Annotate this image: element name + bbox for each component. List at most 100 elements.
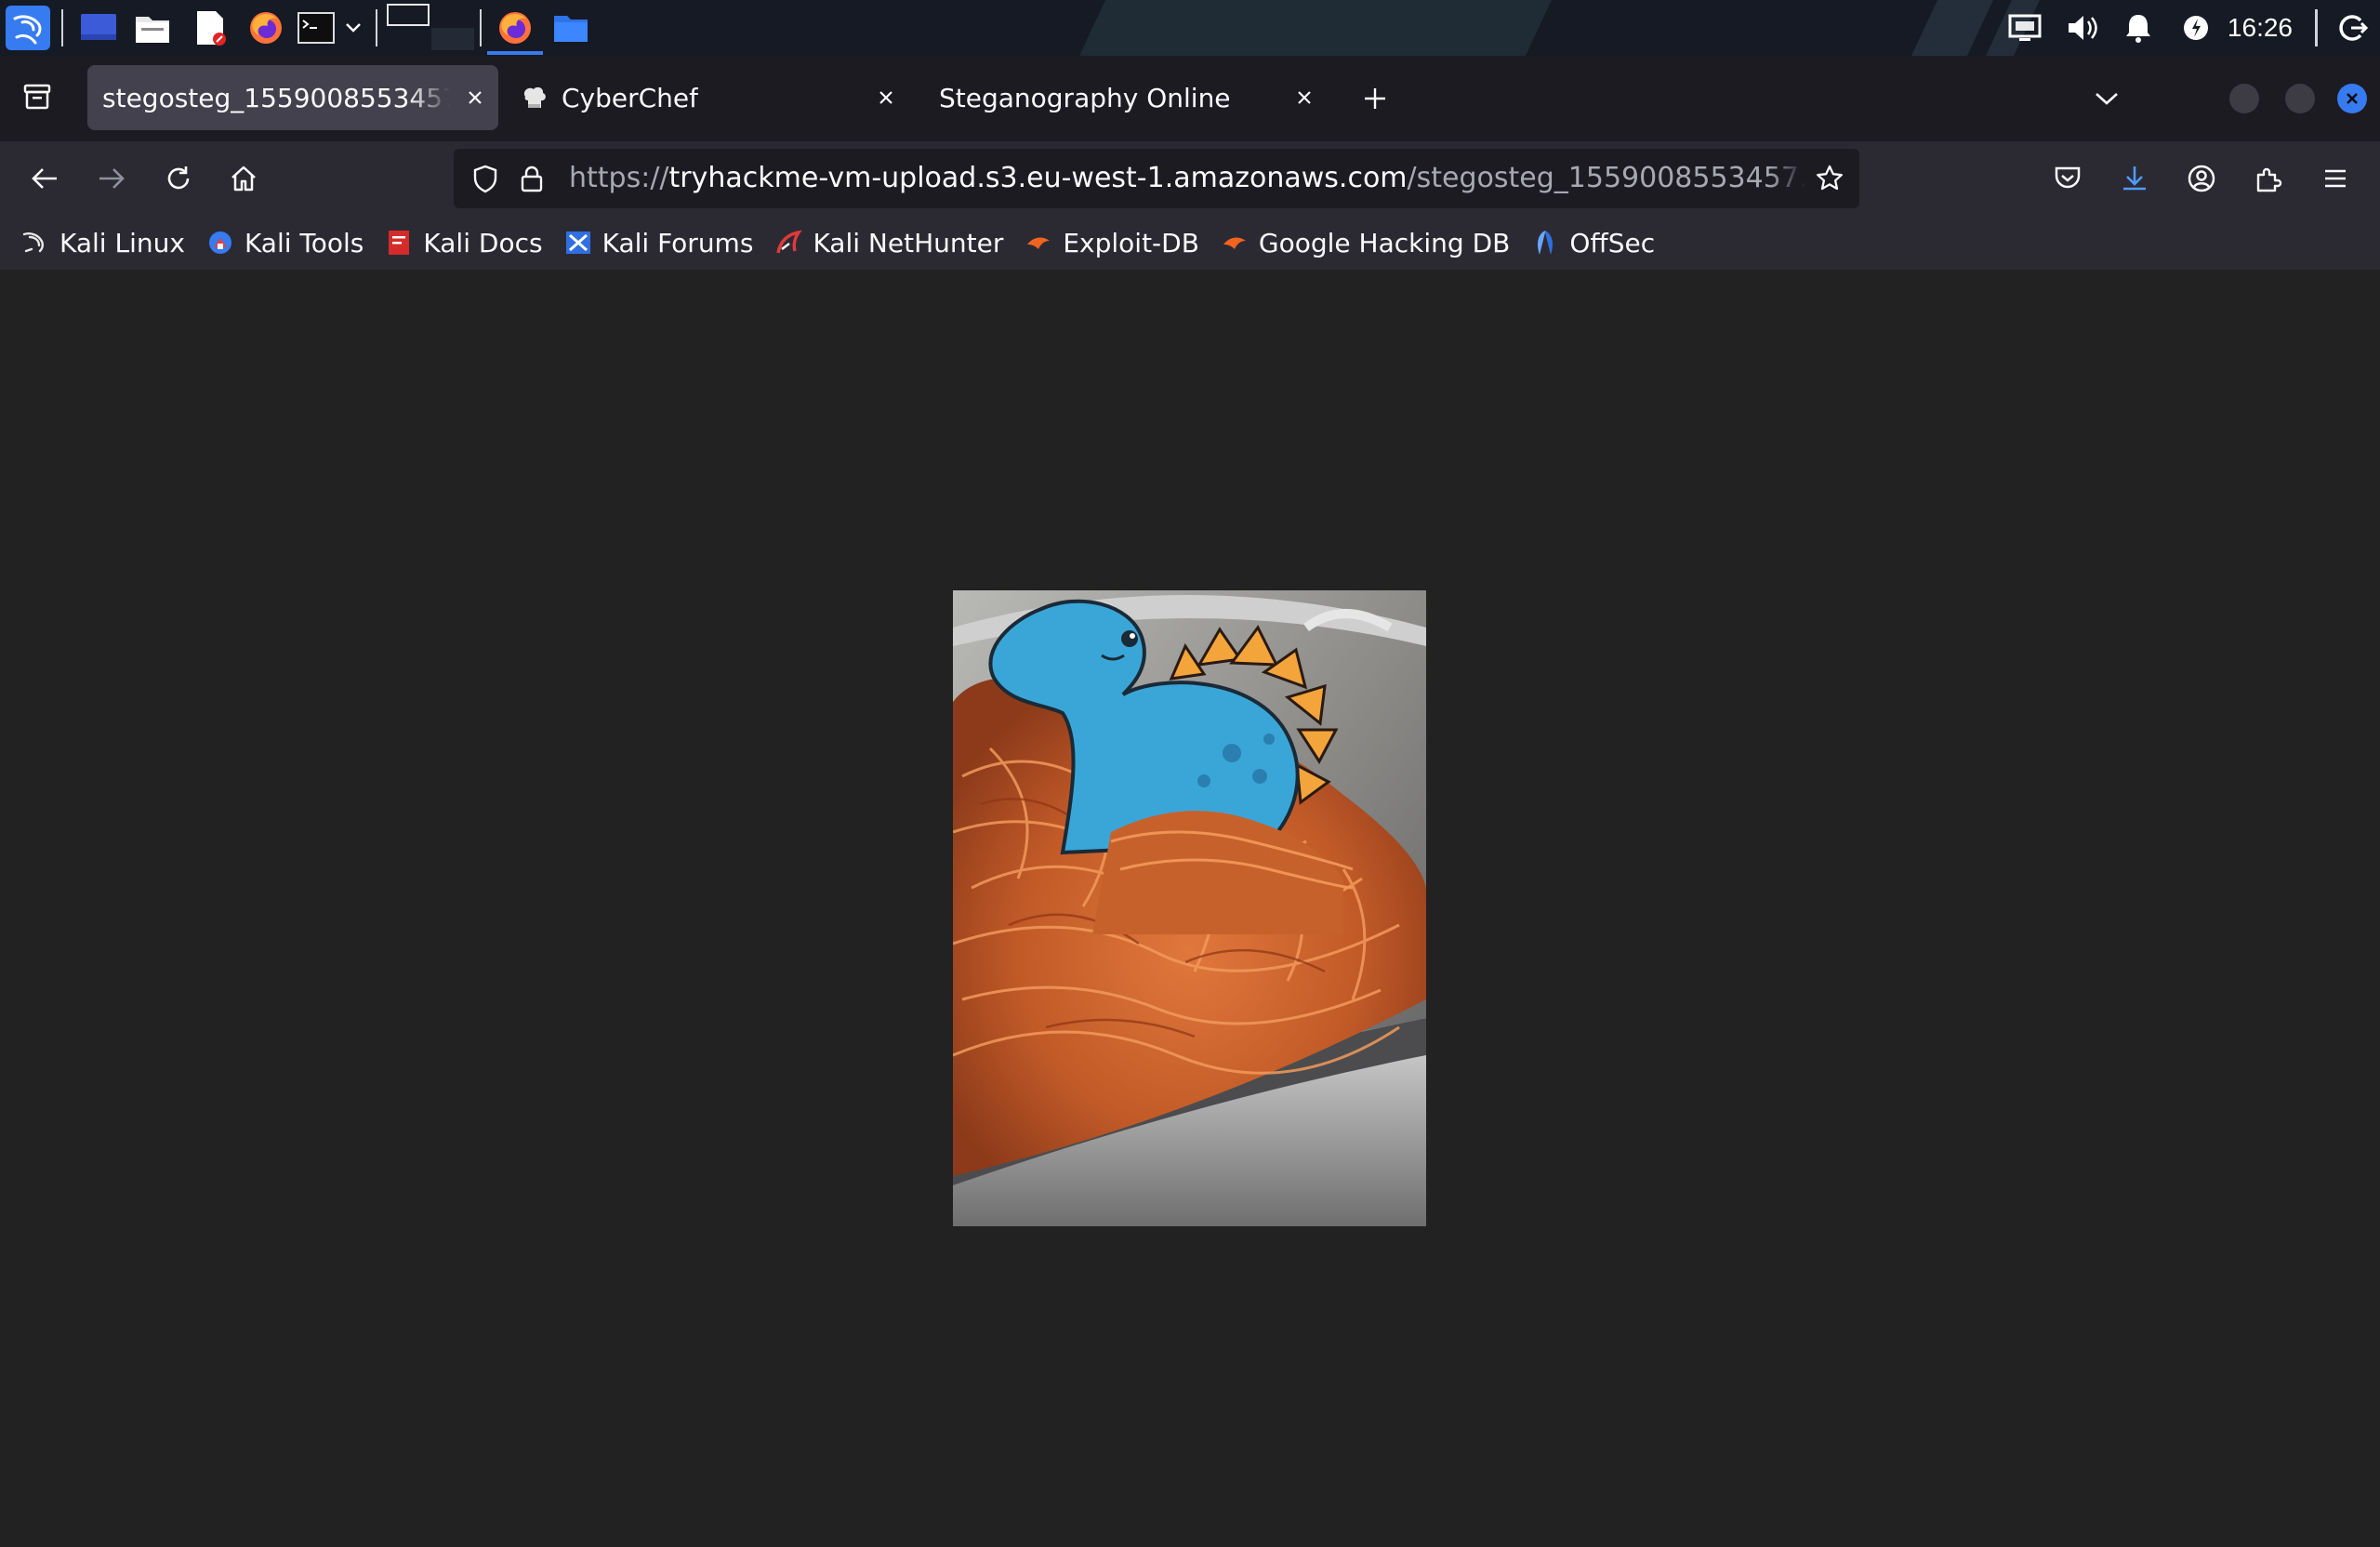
file-manager-launcher[interactable] xyxy=(132,7,173,48)
tab-label: stegosteg_1559008553457.jpg xyxy=(102,82,450,113)
logout-button[interactable] xyxy=(2332,7,2373,48)
taskbar-decoration xyxy=(1911,0,1993,56)
show-desktop-button[interactable] xyxy=(78,7,119,48)
close-icon xyxy=(469,91,482,104)
chevron-down-icon xyxy=(2096,93,2118,105)
active-window-indicator xyxy=(487,51,543,55)
bookmark-kali-forums[interactable]: Kali Forums xyxy=(563,227,754,258)
text-editor-icon xyxy=(197,11,226,46)
download-icon xyxy=(2123,166,2146,191)
bookmark-offsec[interactable]: OffSec xyxy=(1530,228,1655,258)
terminal-dropdown-button[interactable] xyxy=(340,7,366,48)
bell-icon xyxy=(2126,15,2150,43)
power-icon xyxy=(2184,16,2208,40)
home-icon xyxy=(231,165,256,192)
url-path: /stegosteg_1559008553457.jpg?X-Amz-Algor… xyxy=(1407,162,1805,194)
bookmark-label: Kali Forums xyxy=(602,227,754,258)
bookmark-label: Kali Docs xyxy=(423,227,543,258)
reload-button[interactable] xyxy=(158,158,199,199)
tab-label: Steganography Online xyxy=(939,82,1231,113)
tab-close-button[interactable] xyxy=(872,84,900,112)
folder-icon xyxy=(554,16,588,42)
bookmark-label: Kali Tools xyxy=(244,227,364,258)
workspace-1[interactable] xyxy=(387,4,430,26)
bookmark-label: OffSec xyxy=(1569,227,1656,258)
extensions-button[interactable] xyxy=(2248,158,2289,199)
bookmark-kali-docs[interactable]: Kali Docs xyxy=(384,227,543,258)
terminal-icon xyxy=(298,12,335,44)
tab-cyberchef[interactable]: CyberChef xyxy=(509,65,909,130)
url-scheme: https:// xyxy=(569,162,669,194)
bookmark-label: Exploit-DB xyxy=(1063,227,1199,258)
cyberchef-hat-icon xyxy=(519,83,549,112)
ghdb-icon xyxy=(1220,228,1250,258)
workspace-2[interactable] xyxy=(431,28,474,50)
tab-label: CyberChef xyxy=(562,82,699,113)
folder-icon xyxy=(136,17,169,43)
tab-close-button[interactable] xyxy=(461,84,489,112)
bookmark-exploit-db[interactable]: Exploit-DB xyxy=(1024,228,1199,258)
taskbar-window-firefox[interactable] xyxy=(493,7,537,48)
bookmark-kali-nethunter[interactable]: Kali NetHunter xyxy=(774,228,1003,258)
taskbar-window-file-manager[interactable] xyxy=(549,7,593,48)
bookmark-kali-tools[interactable]: Kali Tools xyxy=(205,228,364,258)
text-editor-launcher[interactable] xyxy=(190,7,231,48)
tab-steganography-online[interactable]: Steganography Online xyxy=(930,65,1329,130)
notifications-button[interactable] xyxy=(2120,7,2157,48)
back-button[interactable] xyxy=(24,158,65,199)
tab-close-button[interactable] xyxy=(1290,84,1318,112)
logout-icon xyxy=(2339,15,2368,41)
close-icon xyxy=(2347,93,2358,104)
browser-tab-strip: stegosteg_1559008553457.jpg CyberChef St… xyxy=(0,56,2380,141)
maximize-window-button[interactable] xyxy=(2285,84,2315,113)
volume-button[interactable] xyxy=(2062,7,2103,48)
bookmark-google-hacking-db[interactable]: Google Hacking DB xyxy=(1220,228,1510,258)
bookmark-label: Google Hacking DB xyxy=(1258,227,1511,258)
kali-nethunter-icon xyxy=(774,228,803,258)
account-icon xyxy=(2188,165,2215,192)
desktop-taskbar: 16:26 xyxy=(0,0,2380,56)
tab-stegosteg-image[interactable]: stegosteg_1559008553457.jpg xyxy=(87,65,498,130)
kali-docs-icon xyxy=(384,228,414,258)
app-menu-button[interactable] xyxy=(2315,158,2356,199)
firefox-launcher[interactable] xyxy=(244,7,288,48)
bookmark-star-button[interactable] xyxy=(1813,162,1846,195)
taskbar-decoration xyxy=(1079,0,1552,56)
close-icon xyxy=(879,91,892,104)
account-button[interactable] xyxy=(2181,158,2222,199)
new-tab-button[interactable] xyxy=(1355,78,1395,119)
url-bar[interactable]: https://tryhackme-vm-upload.s3.eu-west-1… xyxy=(454,149,1859,208)
stegosteg-image[interactable] xyxy=(953,590,1426,1226)
power-status-button[interactable] xyxy=(2177,7,2215,48)
spaghetti-dinosaur-picture xyxy=(953,590,1426,1226)
lock-icon[interactable] xyxy=(515,162,549,195)
close-window-button[interactable] xyxy=(2337,84,2367,113)
puzzle-icon xyxy=(2256,167,2282,192)
tracking-protection-shield-icon[interactable] xyxy=(469,162,502,195)
clock[interactable]: 16:26 xyxy=(2228,0,2293,56)
list-all-tabs-button[interactable] xyxy=(2086,78,2127,119)
bookmarks-toolbar: Kali Linux Kali Tools Kali Docs Kali For… xyxy=(0,216,2380,270)
taskbar-separator xyxy=(2315,9,2318,46)
home-button[interactable] xyxy=(223,158,264,199)
navigation-toolbar: https://tryhackme-vm-upload.s3.eu-west-1… xyxy=(0,141,2380,216)
minimize-window-button[interactable] xyxy=(2229,84,2259,113)
close-icon xyxy=(1298,91,1311,104)
firefox-icon xyxy=(499,12,531,44)
firefox-view-icon xyxy=(23,84,51,110)
bookmark-kali-linux[interactable]: Kali Linux xyxy=(20,228,185,258)
firefox-view-button[interactable] xyxy=(17,76,58,117)
plus-icon xyxy=(1365,88,1385,109)
exploit-db-icon xyxy=(1024,228,1053,258)
kali-menu-button[interactable] xyxy=(6,6,50,50)
kali-dragon-icon xyxy=(20,228,50,258)
forward-button[interactable] xyxy=(91,158,132,199)
display-settings-button[interactable] xyxy=(2004,7,2045,48)
taskbar-separator xyxy=(61,9,63,46)
url-text[interactable]: https://tryhackme-vm-upload.s3.eu-west-1… xyxy=(569,149,1805,208)
pocket-button[interactable] xyxy=(2047,158,2088,199)
taskbar-separator xyxy=(480,9,482,46)
terminal-launcher[interactable] xyxy=(296,7,337,48)
offsec-icon xyxy=(1530,228,1560,258)
downloads-button[interactable] xyxy=(2114,158,2155,199)
